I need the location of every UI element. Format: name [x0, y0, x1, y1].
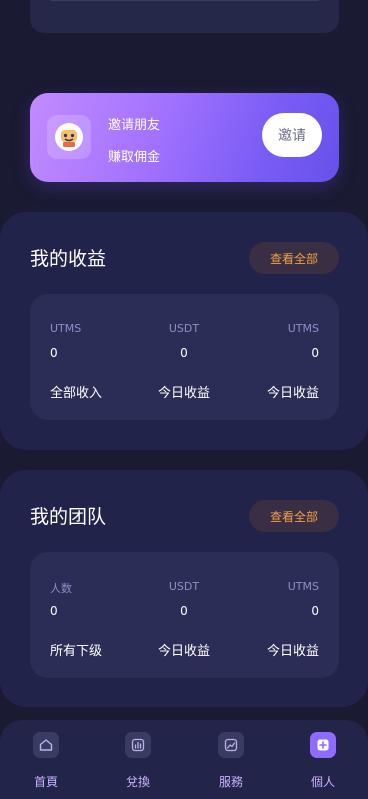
stat-value: 0	[311, 346, 319, 360]
profile-plus-icon	[310, 732, 336, 758]
stat-caption: 今日收益	[266, 644, 319, 659]
invite-button[interactable]: 邀请	[262, 113, 322, 157]
top-card-divider	[50, 0, 319, 1]
bottom-tab-bar: 首頁 兌換 服務 個人	[0, 720, 368, 799]
earnings-view-all-button[interactable]: 查看全部	[249, 242, 339, 274]
stat-caption: 今日收益	[266, 386, 319, 401]
invite-line2: 赚取佣金	[108, 150, 161, 165]
tab-label: 兌換	[125, 775, 150, 789]
invite-line1: 邀请朋友	[108, 118, 161, 133]
stat-label: UTMS	[287, 322, 319, 335]
tab-service[interactable]: 服務	[201, 720, 261, 799]
tab-label: 首頁	[33, 775, 58, 789]
top-card	[30, 0, 339, 33]
gift-mascot-icon	[47, 115, 91, 159]
tab-label: 服務	[218, 775, 243, 789]
invite-banner[interactable]: 邀请朋友 赚取佣金 邀请	[30, 93, 339, 182]
team-panel: 我的团队 查看全部 人数 0 所有下级 USDT 0 今日收益 UTMS 0 今…	[0, 470, 368, 707]
earnings-title: 我的收益	[30, 248, 107, 270]
tab-label: 個人	[310, 775, 335, 789]
tab-home[interactable]: 首頁	[16, 720, 76, 799]
team-stats-card: 人数 0 所有下级 USDT 0 今日收益 UTMS 0 今日收益	[30, 552, 339, 678]
team-title: 我的团队	[30, 506, 107, 528]
home-icon	[33, 732, 59, 758]
service-trend-icon	[218, 732, 244, 758]
exchange-chart-icon	[125, 732, 151, 758]
earnings-stats-card: UTMS 0 全部收入 USDT 0 今日收益 UTMS 0 今日收益	[30, 294, 339, 420]
earnings-panel: 我的收益 查看全部 UTMS 0 全部收入 USDT 0 今日收益 UTMS 0…	[0, 212, 368, 450]
tab-exchange[interactable]: 兌換	[108, 720, 168, 799]
stat-label: UTMS	[287, 580, 319, 593]
tab-profile[interactable]: 個人	[293, 720, 353, 799]
stat-value: 0	[311, 604, 319, 618]
team-view-all-button[interactable]: 查看全部	[249, 500, 339, 532]
